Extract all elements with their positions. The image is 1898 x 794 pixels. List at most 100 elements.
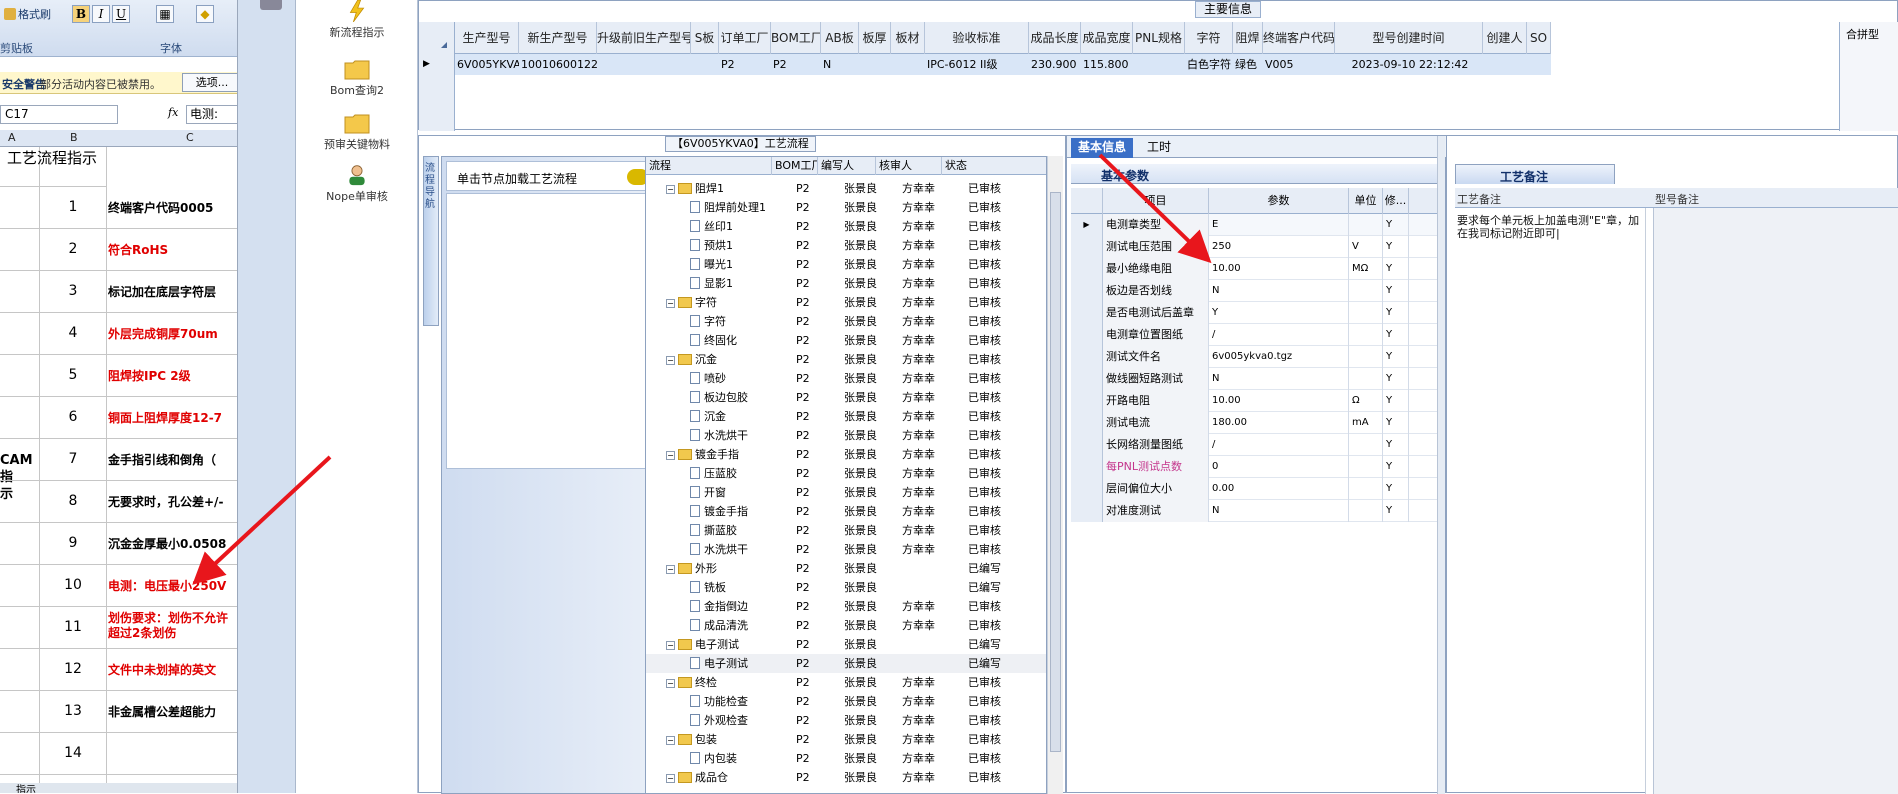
tree-step-node[interactable]: 喷砂 (690, 369, 726, 388)
main-col-header[interactable]: 升级前旧生产型号 (597, 22, 691, 54)
sheet-row[interactable]: 7 金手指引线和倒角（ (0, 439, 237, 481)
process-note-text[interactable]: 要求每个单元板上加盖电测"E"章，加在我司标记附近即可| (1457, 214, 1647, 240)
tree-row[interactable]: 电子测试 P2 张景良 已编写 (646, 654, 1046, 673)
param-row[interactable]: 电测章位置图纸 / Y (1071, 324, 1437, 346)
main-cell[interactable] (1527, 54, 1551, 75)
basic-params-tab[interactable]: 基本参数 (1071, 164, 1437, 184)
tree-step-node[interactable]: 显影1 (690, 274, 733, 293)
sheet-row[interactable]: 6 铜面上阻焊厚度12-7 (0, 397, 237, 439)
param-value[interactable]: E (1209, 214, 1349, 236)
params-col-unit[interactable]: 单位 (1349, 188, 1383, 214)
tree-row[interactable]: 开窗 P2 张景良 方幸幸 已审核 (646, 483, 1046, 502)
flow-node-list[interactable] (446, 193, 656, 469)
tree-step-node[interactable]: 水洗烘干 (690, 540, 748, 559)
tree-step-node[interactable]: 字符 (690, 312, 726, 331)
main-cell[interactable] (691, 54, 719, 75)
tree-step-node[interactable]: 阻焊前处理1 (690, 198, 766, 217)
param-row[interactable]: ▶ 电测章类型 E Y (1071, 214, 1437, 236)
sheet-row[interactable]: 8 无要求时，孔公差+/- (0, 481, 237, 523)
param-value[interactable]: 0 (1209, 456, 1349, 478)
tree-row[interactable]: 铣板 P2 张景良 已编写 (646, 578, 1046, 597)
main-cell[interactable]: P2 (719, 54, 771, 75)
param-value[interactable]: 180.00 (1209, 412, 1349, 434)
tree-step-node[interactable]: 曝光1 (690, 255, 733, 274)
param-value[interactable]: 250 (1209, 236, 1349, 258)
params-col-value[interactable]: 参数 (1209, 188, 1349, 214)
tree-step-node[interactable]: 镀金手指 (690, 502, 748, 521)
tree-row[interactable]: 撕蓝胶 P2 张景良 方幸幸 已审核 (646, 521, 1046, 540)
main-grid-row[interactable]: 6V005YKVA010010600122679P2P2NIPC-6012 II… (455, 54, 1551, 75)
notes-scroll-strip[interactable] (1645, 208, 1653, 794)
tree-folder-node[interactable]: − 成品仓 (666, 768, 728, 787)
tree-step-node[interactable]: 丝印1 (690, 217, 733, 236)
tree-step-node[interactable]: 金指倒边 (690, 597, 748, 616)
sheet-row[interactable]: 9 沉金金厚最小0.0508 (0, 523, 237, 565)
tree-row[interactable]: 板边包胶 P2 张景良 方幸幸 已审核 (646, 388, 1046, 407)
tree-step-node[interactable]: 水洗烘干 (690, 426, 748, 445)
tree-folder-node[interactable]: − 终检 (666, 673, 717, 692)
main-col-header[interactable]: 订单工厂 (719, 22, 771, 54)
param-row[interactable]: 开路电阻 10.00 Ω Y (1071, 390, 1437, 412)
tree-row[interactable]: 预烘1 P2 张景良 方幸幸 已审核 (646, 236, 1046, 255)
tool-nope-review[interactable]: Nope单审核 (296, 164, 418, 204)
tree-row[interactable]: − 成品仓 P2 张景良 方幸幸 已审核 (646, 768, 1046, 787)
tree-row[interactable]: 喷砂 P2 张景良 方幸幸 已审核 (646, 369, 1046, 388)
scrollbar-thumb[interactable] (1050, 192, 1061, 752)
notes-tab[interactable]: 工艺备注 (1455, 164, 1615, 184)
main-col-header[interactable]: 成品宽度 (1081, 22, 1133, 54)
borders-icon[interactable]: ▦ (156, 5, 174, 23)
main-col-header[interactable]: 创建人 (1483, 22, 1527, 54)
tree-col-flow[interactable]: 流程 (646, 157, 772, 175)
col-c[interactable]: C (186, 131, 194, 144)
main-cell[interactable]: 2023-09-10 22:12:42 (1335, 54, 1483, 75)
param-row[interactable]: 最小绝缘电阻 10.00 MΩ Y (1071, 258, 1437, 280)
main-cell[interactable]: 115.800 (1081, 54, 1133, 75)
tree-row[interactable]: 镀金手指 P2 张景良 方幸幸 已审核 (646, 502, 1046, 521)
sheet-row[interactable]: 13 非金属槽公差超能力 (0, 691, 237, 733)
tree-row[interactable]: − 沉金 P2 张景良 方幸幸 已审核 (646, 350, 1046, 369)
col-a[interactable]: A (8, 131, 16, 144)
main-col-header[interactable]: 新生产型号 (519, 22, 597, 54)
main-cell[interactable]: V005 (1263, 54, 1335, 75)
main-col-header[interactable]: AB板 (821, 22, 859, 54)
param-value[interactable]: Y (1209, 302, 1349, 324)
tree-step-node[interactable]: 开窗 (690, 483, 726, 502)
collapse-icon[interactable]: − (666, 299, 675, 308)
sheet-row[interactable]: 5 阻焊按IPC 2级 (0, 355, 237, 397)
tree-step-node[interactable]: 铣板 (690, 578, 726, 597)
bold-button[interactable]: B (72, 5, 90, 23)
tree-row[interactable]: 显影1 P2 张景良 方幸幸 已审核 (646, 274, 1046, 293)
params-col-mod[interactable]: 修... (1383, 188, 1409, 214)
worksheet[interactable]: 工艺流程指示 CAM指示 1 终端客户代码0005 2 符合RoHS 3 标记加在底层字符… (0, 147, 237, 787)
format-painter-button[interactable]: 格式刷 (4, 6, 51, 22)
tree-row[interactable]: 沉金 P2 张景良 方幸幸 已审核 (646, 407, 1046, 426)
splitter[interactable] (1437, 136, 1445, 794)
main-cell[interactable]: IPC-6012 II级 (925, 54, 1029, 75)
tree-row[interactable]: 功能检查 P2 张景良 方幸幸 已审核 (646, 692, 1046, 711)
tab-basic-info[interactable]: 基本信息 (1071, 138, 1133, 158)
sheet-row[interactable]: 1 终端客户代码0005 (0, 187, 237, 229)
param-row[interactable]: 层间偏位大小 0.00 Y (1071, 478, 1437, 500)
main-col-header[interactable]: 验收标准 (925, 22, 1029, 54)
main-cell[interactable]: 绿色 (1233, 54, 1263, 75)
tree-row[interactable]: 终固化 P2 张景良 方幸幸 已审核 (646, 331, 1046, 350)
tree-col-reviewer[interactable]: 核审人 (876, 157, 942, 175)
tree-step-node[interactable]: 撕蓝胶 (690, 521, 737, 540)
param-row[interactable]: 长网络测量图纸 / Y (1071, 434, 1437, 456)
main-col-header[interactable]: SO (1527, 22, 1551, 54)
tree-row[interactable]: 阻焊前处理1 P2 张景良 方幸幸 已审核 (646, 198, 1046, 217)
sheet-row[interactable]: 10 电测：电压最小250V (0, 565, 237, 607)
param-row[interactable]: 测试电压范围 250 V Y (1071, 236, 1437, 258)
param-value[interactable]: 10.00 (1209, 258, 1349, 280)
main-cell[interactable] (859, 54, 891, 75)
param-value[interactable]: 10.00 (1209, 390, 1349, 412)
process-tree[interactable]: 流程 BOM工厂 编写人 核审人 状态 − 阻焊1 P2 张景良 方幸幸 已审核 阻焊前处理… (645, 156, 1047, 794)
tree-col-bom[interactable]: BOM工厂 (772, 157, 818, 175)
param-value[interactable]: N (1209, 280, 1349, 302)
collapse-icon[interactable]: − (666, 736, 675, 745)
sheet-row[interactable]: 14 (0, 733, 237, 775)
main-cell[interactable]: P2 (771, 54, 821, 75)
tree-row[interactable]: − 包装 P2 张景良 方幸幸 已审核 (646, 730, 1046, 749)
main-col-header[interactable]: PNL规格 (1133, 22, 1185, 54)
main-col-header[interactable]: 终端客户代码 (1263, 22, 1335, 54)
